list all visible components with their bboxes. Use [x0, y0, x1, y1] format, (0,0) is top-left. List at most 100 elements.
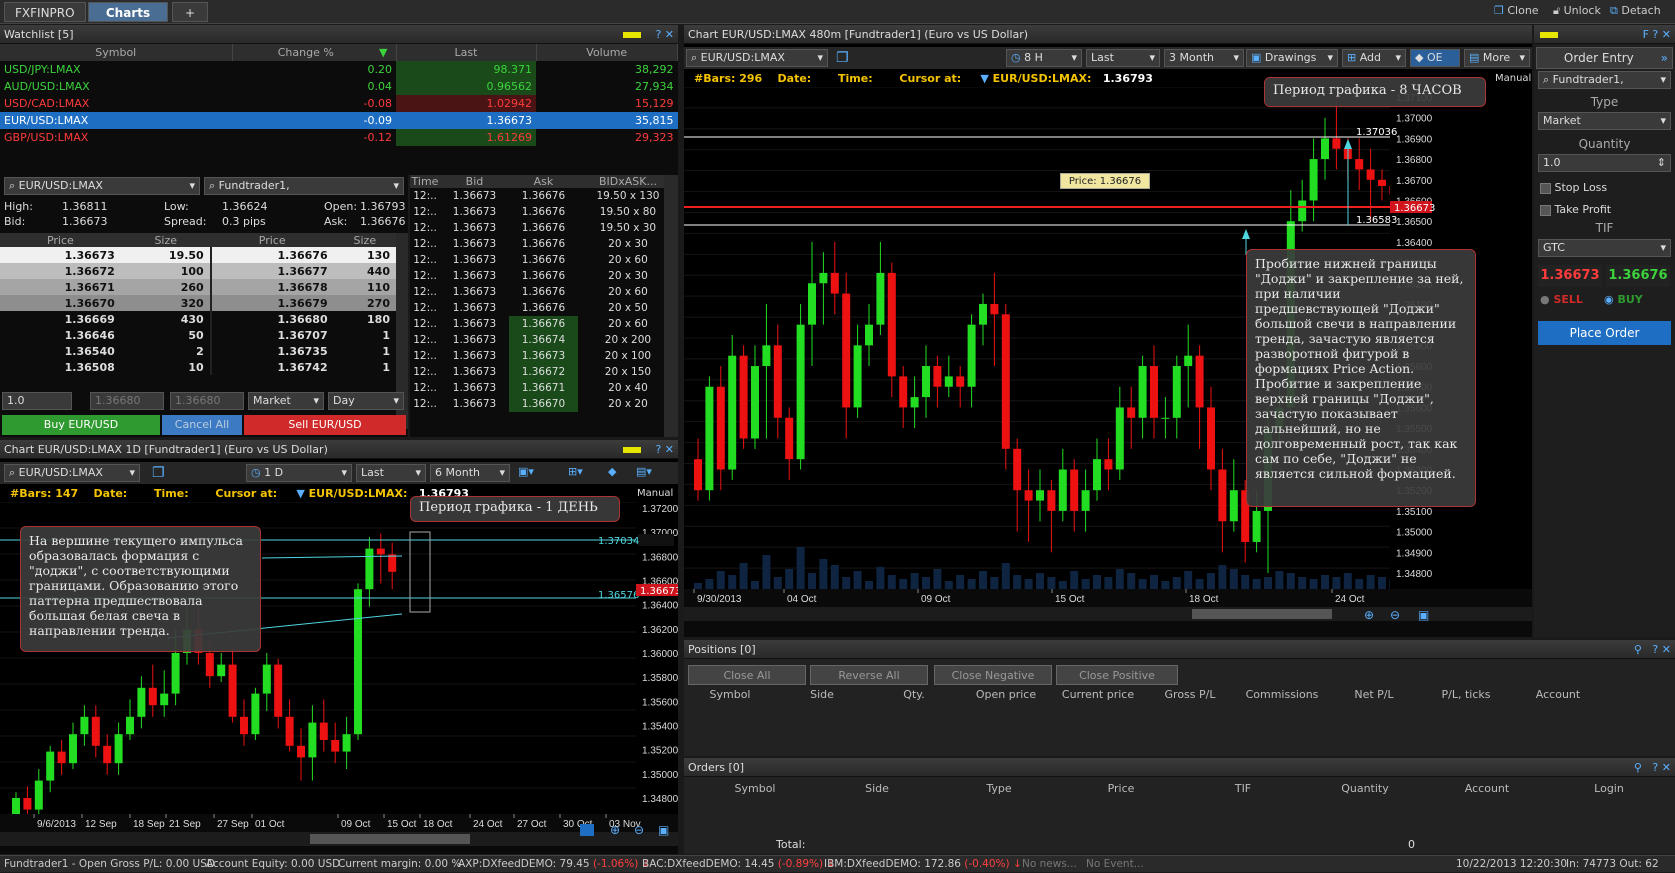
unlock-button[interactable]: 🔓︎ Unlock	[1553, 4, 1601, 18]
link-color-icon[interactable]	[623, 447, 642, 453]
quantity-stepper[interactable]: 1.0 ⇕	[1538, 154, 1671, 172]
tif-select[interactable]: Day ▾	[328, 392, 404, 410]
order-entry-icon[interactable]: ◆	[608, 465, 616, 478]
manual-scale-toggle[interactable]: Manual	[637, 488, 673, 499]
column-header[interactable]: Side	[776, 688, 868, 701]
column-header[interactable]: Symbol	[684, 688, 776, 701]
column-header[interactable]: Qty.	[868, 688, 960, 701]
symbol-selector[interactable]: ⌕ EUR/USD:LMAX ▾	[686, 49, 828, 67]
column-header[interactable]: Current price	[1052, 688, 1144, 701]
candle-body	[1218, 469, 1227, 522]
column-header[interactable]: Quantity	[1304, 782, 1426, 795]
depth-row[interactable]: 1.36670 320 1.36679 270	[0, 295, 396, 311]
expand-icon[interactable]: »	[1661, 48, 1668, 68]
column-header[interactable]: Gross P/L	[1144, 688, 1236, 701]
depth-row[interactable]: 1.36646 50 1.36707 1	[0, 327, 396, 343]
add-icon[interactable]: ⊞▾	[568, 465, 583, 478]
sell-radio[interactable]: ● SELL	[1540, 293, 1583, 306]
depth-row[interactable]: 1.36669 430 1.36680 180	[0, 311, 396, 327]
stop-loss-checkbox[interactable]: Stop Loss	[1540, 181, 1607, 194]
bid-price[interactable]: 1.36673	[1538, 265, 1602, 287]
price-type-select[interactable]: Last ▾	[356, 464, 426, 482]
quantity-stepper[interactable]: 1.0	[2, 392, 72, 410]
close-positive-button[interactable]: Close Positive	[1056, 665, 1178, 685]
take-profit-checkbox[interactable]: Take Profit	[1540, 203, 1611, 216]
order-type-select[interactable]: Market ▾	[1538, 112, 1671, 130]
scrollbar-thumb	[1192, 609, 1332, 619]
drawings-icon[interactable]: ▣▾	[518, 465, 534, 478]
windows-icon[interactable]: ❐	[152, 465, 165, 481]
watchlist-row[interactable]: AUD/USD:LMAX 0.04 0.96562 27,934	[0, 78, 678, 95]
depth-row[interactable]: 1.36673 19.50 1.36676 130	[0, 247, 396, 263]
col-symbol[interactable]: Symbol	[0, 44, 233, 61]
more-icon[interactable]: ▤▾	[636, 465, 652, 478]
column-header[interactable]: Account	[1512, 688, 1604, 701]
col-volume[interactable]: Volume	[536, 44, 678, 61]
bid-cell: 260	[120, 279, 211, 295]
depth-row[interactable]: 1.36672 100 1.36677 440	[0, 263, 396, 279]
depth-row[interactable]: 1.36508 10 1.36742 1	[0, 359, 396, 375]
timeframe-select[interactable]: ◷ 1 D ▾	[246, 464, 352, 482]
tif-select[interactable]: GTC ▾	[1538, 239, 1671, 257]
watchlist-row[interactable]: USD/JPY:LMAX 0.20 98.371 38,292	[0, 61, 678, 78]
scrollbar[interactable]	[664, 175, 678, 437]
column-header[interactable]: Net P/L	[1328, 688, 1420, 701]
account-selector[interactable]: ⌕ Fundtrader1, ▾	[1538, 71, 1671, 89]
watchlist-row[interactable]: GBP/USD:LMAX -0.12 1.61269 29,323	[0, 129, 678, 146]
symbol-selector[interactable]: ⌕ EUR/USD:LMAX ▾	[4, 464, 140, 482]
buy-button[interactable]: Buy EUR/USD	[2, 415, 160, 435]
reverse-all-button[interactable]: Reverse All	[810, 665, 928, 685]
link-color-icon[interactable]	[623, 32, 642, 38]
column-header[interactable]: Side	[816, 782, 938, 795]
watchlist-row[interactable]: EUR/USD:LMAX -0.09 1.36673 35,815	[0, 112, 678, 129]
account-selector[interactable]: ⌕ Fundtrader1, ▾	[204, 177, 404, 195]
add-button[interactable]: ⊞ Add ▾	[1342, 49, 1406, 67]
stop-price-field[interactable]: 1.36680	[170, 392, 244, 410]
column-header[interactable]: Open price	[960, 688, 1052, 701]
ask-price[interactable]: 1.36676	[1606, 265, 1670, 287]
buy-radio[interactable]: ◉ BUY	[1604, 293, 1643, 306]
column-header[interactable]: Price	[1060, 782, 1182, 795]
range-select[interactable]: 6 Month ▾	[430, 464, 510, 482]
positions-panel: Positions [0] ⚲ ? ✕ Close All Reverse Al…	[684, 640, 1675, 756]
panel-controls[interactable]: ⚲ ? ✕	[1634, 758, 1671, 777]
depth-row[interactable]: 1.36671 260 1.36678 110	[0, 279, 396, 295]
panel-controls[interactable]: F ? ✕	[1643, 25, 1671, 44]
detach-button[interactable]: ⧉ Detach	[1610, 4, 1661, 18]
tab-charts[interactable]: Charts	[88, 2, 168, 22]
panel-controls[interactable]: ? ✕	[623, 440, 674, 459]
depth-row[interactable]: 1.36540 2 1.36735 1	[0, 343, 396, 359]
column-header[interactable]: TIF	[1182, 782, 1304, 795]
more-button[interactable]: ▤ More ▾	[1464, 49, 1530, 67]
column-header[interactable]: Symbol	[694, 782, 816, 795]
windows-icon[interactable]: ❐	[836, 50, 849, 66]
add-tab-button[interactable]: +	[172, 2, 208, 22]
panel-controls[interactable]: ? ✕	[623, 25, 674, 44]
cancel-all-button[interactable]: Cancel All	[162, 415, 242, 435]
col-change[interactable]: Change % ▼	[232, 44, 397, 61]
oe-toggle[interactable]: ◆ OE	[1410, 49, 1460, 67]
column-header[interactable]: Type	[938, 782, 1060, 795]
order-type-select[interactable]: Market ▾	[248, 392, 324, 410]
column-header[interactable]: Account	[1426, 782, 1548, 795]
drawings-button[interactable]: ▣ Drawings ▾	[1246, 49, 1338, 67]
close-all-button[interactable]: Close All	[688, 665, 806, 685]
close-negative-button[interactable]: Close Negative	[934, 665, 1052, 685]
place-order-button[interactable]: Place Order	[1538, 321, 1671, 345]
col-last[interactable]: Last	[396, 44, 537, 61]
sell-button[interactable]: Sell EUR/USD	[244, 415, 406, 435]
manual-scale-toggle[interactable]: Manual	[1495, 73, 1531, 84]
limit-price-field[interactable]: 1.36680	[90, 392, 164, 410]
column-header[interactable]: Commissions	[1236, 688, 1328, 701]
column-header[interactable]: P/L, ticks	[1420, 688, 1512, 701]
timeframe-select[interactable]: ◷ 8 H ▾	[1006, 49, 1082, 67]
clone-button[interactable]: ❐ Clone	[1494, 4, 1539, 17]
price-type-select[interactable]: Last ▾	[1086, 49, 1160, 67]
link-color-icon[interactable]	[1540, 32, 1558, 38]
column-header[interactable]: Login	[1548, 782, 1670, 795]
range-select[interactable]: 3 Month ▾	[1164, 49, 1244, 67]
watchlist-row[interactable]: USD/CAD:LMAX -0.08 1.02942 15,129	[0, 95, 678, 112]
tab-fxfinpro[interactable]: FXFINPRO	[4, 2, 86, 22]
panel-controls[interactable]: ⚲ ? ✕	[1634, 640, 1671, 659]
symbol-selector[interactable]: ⌕ EUR/USD:LMAX ▾	[4, 177, 200, 195]
